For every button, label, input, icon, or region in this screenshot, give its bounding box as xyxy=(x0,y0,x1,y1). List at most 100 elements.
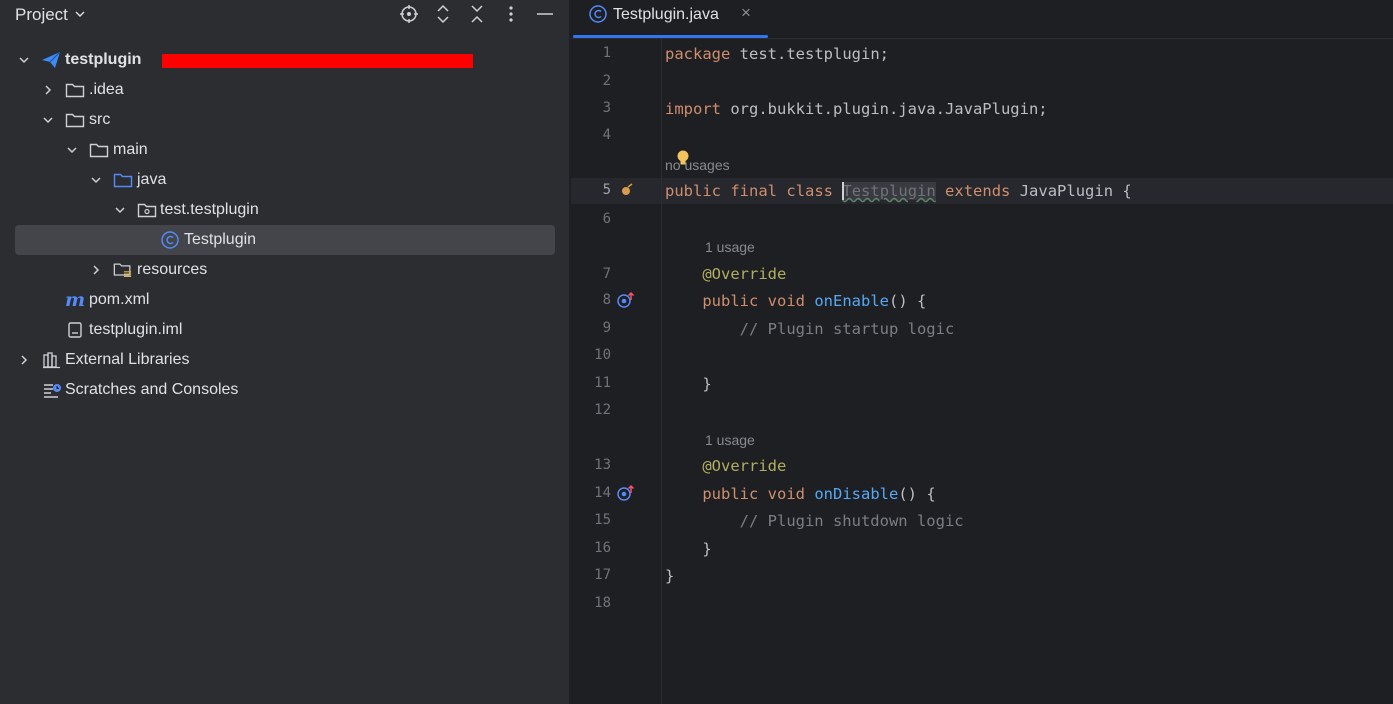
folder-icon xyxy=(65,110,85,130)
code-line-9[interactable]: // Plugin startup logic xyxy=(665,320,955,338)
code-line-17[interactable]: } xyxy=(665,567,674,585)
line-number: 17 xyxy=(594,567,611,583)
locate-icon[interactable] xyxy=(397,2,421,26)
more-options-icon[interactable] xyxy=(499,2,523,26)
tree-item-label: pom.xml xyxy=(89,291,150,308)
line-number: 6 xyxy=(602,211,611,227)
usages-hint[interactable]: no usages xyxy=(665,157,730,173)
chevron-right-icon[interactable] xyxy=(40,82,56,98)
folder-icon xyxy=(65,80,85,100)
iml-file-icon xyxy=(65,320,85,340)
editor-panel: Testplugin.java × 1 2 3 4 5 6 7 8 9 10 1… xyxy=(571,0,1393,704)
active-tab-indicator xyxy=(573,35,768,38)
project-icon xyxy=(41,50,61,70)
line-number: 7 xyxy=(602,266,611,282)
line-number: 10 xyxy=(594,347,611,363)
tab-testplugin-java[interactable]: Testplugin.java × xyxy=(571,0,768,38)
tree-item-main[interactable]: main xyxy=(0,135,569,165)
tree-item-label: java xyxy=(137,171,167,188)
package-icon xyxy=(137,200,157,220)
tree-item-external-libraries[interactable]: External Libraries xyxy=(0,345,569,375)
resources-folder-icon xyxy=(113,260,133,280)
line-number: 11 xyxy=(594,375,611,391)
tree-item-iml[interactable]: testplugin.iml xyxy=(0,315,569,345)
code-line-8[interactable]: public void onEnable() { xyxy=(665,292,926,310)
tree-item-pom[interactable]: m pom.xml xyxy=(0,285,569,315)
code-line-3[interactable]: import org.bukkit.plugin.java.JavaPlugin… xyxy=(665,100,1048,118)
class-icon xyxy=(588,4,608,24)
tab-label: Testplugin.java xyxy=(613,6,719,23)
chevron-down-icon[interactable] xyxy=(40,112,56,128)
code-line-16[interactable]: } xyxy=(665,540,711,558)
tree-item-scratches[interactable]: Scratches and Consoles xyxy=(0,375,569,405)
scratches-icon xyxy=(42,380,62,400)
line-number: 14 xyxy=(594,485,611,501)
chevron-down-icon[interactable] xyxy=(16,52,32,68)
tree-item-java[interactable]: java xyxy=(0,165,569,195)
line-number: 4 xyxy=(602,127,611,143)
tree-item-label: Testplugin xyxy=(184,231,257,248)
libraries-icon xyxy=(42,350,62,370)
override-gutter-icon[interactable] xyxy=(616,484,636,507)
tree-item-package[interactable]: test.testplugin xyxy=(0,195,569,225)
line-number: 1 xyxy=(602,45,611,61)
chevron-down-icon xyxy=(74,5,86,25)
tree-item-testplugin[interactable]: testplugin xyxy=(0,45,569,75)
usages-hint[interactable]: 1 usage xyxy=(705,239,755,255)
line-number: 18 xyxy=(594,595,611,611)
project-panel: Project testplugin .idea src main java t… xyxy=(0,0,569,704)
usages-hint[interactable]: 1 usage xyxy=(705,432,755,448)
line-number: 12 xyxy=(594,402,611,418)
maven-icon: m xyxy=(64,289,86,311)
chevron-right-icon[interactable] xyxy=(16,352,32,368)
tree-item-label: main xyxy=(113,141,148,158)
tree-item-label: External Libraries xyxy=(65,351,190,368)
expand-all-icon[interactable] xyxy=(431,2,455,26)
tree-item-testplugin-class[interactable]: Testplugin xyxy=(0,225,569,255)
line-number: 3 xyxy=(602,100,611,116)
chevron-down-icon[interactable] xyxy=(88,172,104,188)
close-icon[interactable]: × xyxy=(741,3,751,23)
tree-item-label: .idea xyxy=(89,81,124,98)
tree-item-label: test.testplugin xyxy=(160,201,259,218)
tree-item-src[interactable]: src xyxy=(0,105,569,135)
minimize-icon[interactable] xyxy=(533,2,557,26)
code-line-5[interactable]: public final class Testplugin extends Ja… xyxy=(665,181,1132,201)
tree-item-idea[interactable]: .idea xyxy=(0,75,569,105)
code-line-15[interactable]: // Plugin shutdown logic xyxy=(665,512,964,530)
editor-tab-bar: Testplugin.java × xyxy=(571,0,1393,39)
chevron-right-icon[interactable] xyxy=(88,262,104,278)
override-gutter-icon[interactable] xyxy=(616,291,636,314)
tree-item-label: src xyxy=(89,111,111,128)
project-panel-title: Project xyxy=(15,5,68,24)
source-folder-icon xyxy=(113,170,133,190)
chevron-down-icon[interactable] xyxy=(64,142,80,158)
tree-item-label: Scratches and Consoles xyxy=(65,381,239,398)
code-line-1[interactable]: package test.testplugin; xyxy=(665,45,889,63)
redacted-path-bar xyxy=(162,54,473,68)
lightbulb-icon[interactable] xyxy=(676,150,690,172)
code-line-7[interactable]: @Override xyxy=(665,265,786,283)
chevron-down-icon[interactable] xyxy=(112,202,128,218)
line-number: 2 xyxy=(602,73,611,89)
line-number: 9 xyxy=(602,320,611,336)
code-line-11[interactable]: } xyxy=(665,375,711,393)
class-icon xyxy=(160,230,180,250)
code-line-14[interactable]: public void onDisable() { xyxy=(665,485,935,503)
folder-icon xyxy=(89,140,109,160)
code-line-13[interactable]: @Override xyxy=(665,457,786,475)
tree-item-label: testplugin xyxy=(65,51,142,68)
line-number: 8 xyxy=(602,292,611,308)
line-number: 13 xyxy=(594,457,611,473)
text-caret xyxy=(842,181,845,200)
collapse-all-icon[interactable] xyxy=(465,2,489,26)
tree-item-label: testplugin.iml xyxy=(89,321,183,338)
project-view-selector[interactable]: Project xyxy=(15,4,86,26)
line-number: 5 xyxy=(602,182,611,198)
tree-item-label: resources xyxy=(137,261,208,278)
tree-item-resources[interactable]: resources xyxy=(0,255,569,285)
gutter-separator xyxy=(661,39,662,704)
line-number: 15 xyxy=(594,512,611,528)
bean-gutter-icon[interactable] xyxy=(620,183,634,202)
line-number: 16 xyxy=(594,540,611,556)
